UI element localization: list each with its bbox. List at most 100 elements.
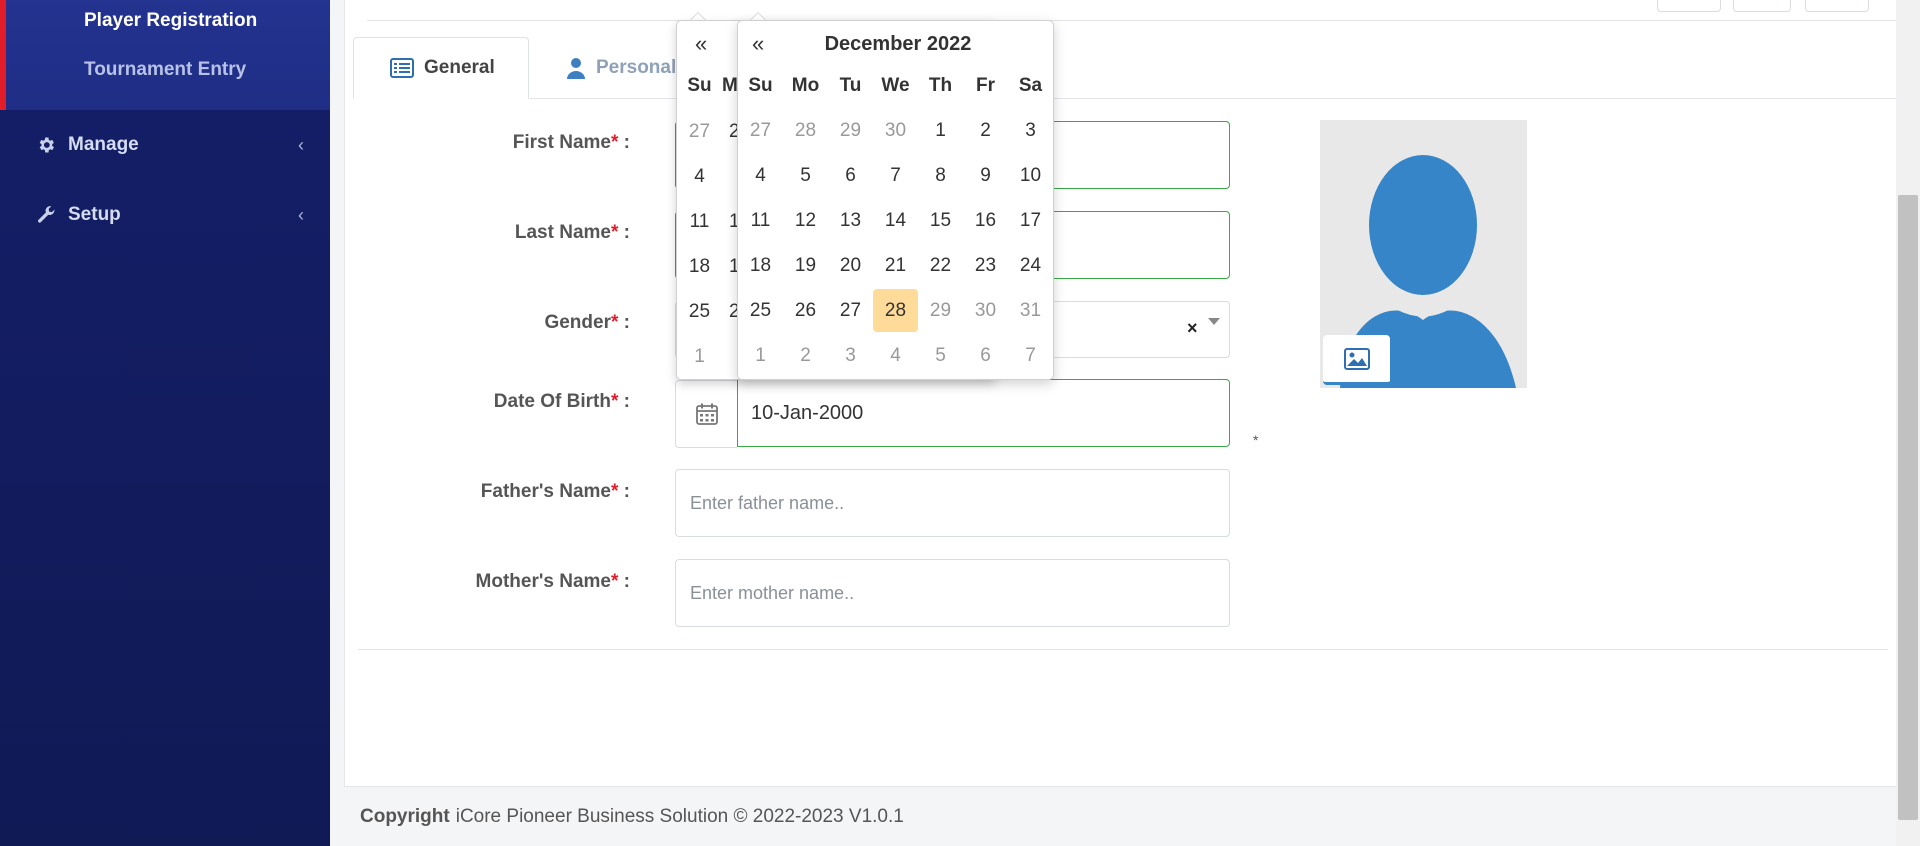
calendar-day-label: 5	[935, 344, 946, 366]
calendar-day[interactable]: 25	[738, 288, 783, 333]
calendar-day[interactable]: 25	[677, 301, 722, 323]
calendar-day[interactable]: 27	[738, 108, 783, 153]
caret-down-icon[interactable]	[1208, 318, 1220, 325]
dob-input[interactable]: 10-Jan-2000	[737, 379, 1230, 447]
weekday-header: Tu	[839, 74, 862, 96]
calendar-day[interactable]: 6	[828, 153, 873, 198]
tab-label: General	[424, 57, 495, 78]
calendar-day-label: 6	[845, 164, 856, 186]
calendar-day-label: 7	[890, 164, 901, 186]
image-icon	[1343, 347, 1370, 370]
calendar-button[interactable]	[675, 380, 737, 448]
calendar-day[interactable]: 3	[828, 333, 873, 378]
calendar-day[interactable]: 19	[783, 243, 828, 288]
toolbar-button[interactable]	[1733, 0, 1791, 12]
calendar-day-label: 31	[1019, 299, 1042, 321]
calendar-day[interactable]: 11	[677, 211, 722, 233]
calendar-day-label: 26	[794, 299, 817, 321]
list-icon	[390, 58, 414, 78]
calendar-day[interactable]: 27	[677, 121, 722, 143]
weekday-header: Fr	[976, 74, 995, 96]
tab-general[interactable]: General	[353, 37, 529, 99]
calendar-day[interactable]: 10	[1008, 153, 1053, 198]
dob-label: Date Of Birth* :	[493, 391, 630, 412]
datepicker-title[interactable]: December 2022	[798, 33, 998, 56]
calendar-day[interactable]: 30	[963, 288, 1008, 333]
calendar-day[interactable]: 28	[783, 108, 828, 153]
calendar-day[interactable]: 27	[828, 288, 873, 333]
toolbar-button[interactable]	[1805, 0, 1869, 12]
calendar-day[interactable]: 29	[918, 288, 963, 333]
calendar-day-label: 19	[794, 254, 817, 276]
footer-copyright-label: Copyright	[360, 805, 450, 827]
calendar-day-label: 29	[929, 299, 952, 321]
calendar-day[interactable]: 18	[738, 243, 783, 288]
calendar-day-label: 30	[884, 119, 907, 141]
calendar-day[interactable]: 16	[963, 198, 1008, 243]
calendar-day[interactable]: 18	[677, 256, 722, 278]
calendar-day[interactable]: 30	[873, 108, 918, 153]
tab-personal[interactable]: Personal	[566, 37, 676, 99]
calendar-day-selected[interactable]: 28	[873, 288, 918, 333]
calendar-day[interactable]: 1	[677, 346, 722, 368]
calendar-day[interactable]: 15	[918, 198, 963, 243]
calendar-day[interactable]: 11	[738, 198, 783, 243]
scrollbar-thumb[interactable]	[1898, 195, 1918, 820]
calendar-day-label: 9	[980, 164, 991, 186]
calendar-day[interactable]: 7	[873, 153, 918, 198]
mother-name-label: Mother's Name* :	[475, 571, 630, 592]
sidebar-item-label: Setup	[68, 204, 121, 225]
calendar-day[interactable]: 22	[918, 243, 963, 288]
calendar-day[interactable]: 14	[873, 198, 918, 243]
upload-photo-button[interactable]	[1323, 335, 1390, 385]
calendar-day[interactable]: 17	[1008, 198, 1053, 243]
calendar-day-label: 14	[884, 209, 907, 231]
calendar-day[interactable]: 8	[918, 153, 963, 198]
sidebar-item-manage[interactable]: Manage ‹	[0, 120, 330, 170]
toolbar-button[interactable]	[1657, 0, 1721, 12]
scrollbar[interactable]	[1896, 0, 1920, 846]
calendar-day[interactable]: 4	[738, 153, 783, 198]
calendar-day-label: 3	[1025, 119, 1036, 141]
calendar-day-label: 16	[974, 209, 997, 231]
datepicker-arrow	[750, 12, 766, 20]
calendar-day[interactable]: 12	[783, 198, 828, 243]
calendar-day-label: 1	[935, 119, 946, 141]
calendar-week: 18 19 20 21 22 23 24	[738, 243, 1053, 288]
prev-month-button[interactable]: «	[752, 31, 764, 57]
calendar-day[interactable]: 9	[963, 153, 1008, 198]
calendar-day[interactable]: 24	[1008, 243, 1053, 288]
calendar-day[interactable]: 4	[873, 333, 918, 378]
mother-name-input[interactable]: Enter mother name..	[675, 559, 1230, 627]
calendar-day[interactable]: 29	[828, 108, 873, 153]
sidebar-item-setup[interactable]: Setup ‹	[0, 190, 330, 240]
calendar-day[interactable]: 1	[738, 333, 783, 378]
calendar-day-label: 25	[749, 299, 772, 321]
father-name-input[interactable]: Enter father name..	[675, 469, 1230, 537]
calendar-day[interactable]: 7	[1008, 333, 1053, 378]
calendar-day[interactable]: 26	[783, 288, 828, 333]
calendar-day[interactable]: 2	[783, 333, 828, 378]
calendar-day[interactable]: 31	[1008, 288, 1053, 333]
calendar-day[interactable]: 20	[828, 243, 873, 288]
first-name-label: First Name* :	[512, 132, 630, 153]
calendar-day[interactable]: 3	[1008, 108, 1053, 153]
sidebar: Player Registration Tournament Entry Man…	[0, 0, 330, 846]
sidebar-item-tournament-entry[interactable]: Tournament Entry	[84, 59, 246, 81]
calendar-day[interactable]: 5	[918, 333, 963, 378]
calendar-day[interactable]: 23	[963, 243, 1008, 288]
calendar-day[interactable]: 6	[963, 333, 1008, 378]
calendar-week: 27 28 29 30 1 2 3	[738, 108, 1053, 153]
prev-month-button[interactable]: «	[695, 31, 707, 57]
calendar-day[interactable]: 2	[963, 108, 1008, 153]
sidebar-item-player-registration[interactable]: Player Registration	[84, 10, 257, 32]
clear-icon[interactable]: ×	[1187, 318, 1198, 339]
calendar-day-label: 2	[800, 344, 811, 366]
datepicker-arrow	[690, 12, 706, 20]
calendar-day[interactable]: 5	[783, 153, 828, 198]
calendar-day[interactable]: 4	[677, 166, 722, 188]
calendar-day[interactable]: 13	[828, 198, 873, 243]
calendar-day[interactable]: 21	[873, 243, 918, 288]
calendar-day-label: 8	[935, 164, 946, 186]
calendar-day[interactable]: 1	[918, 108, 963, 153]
